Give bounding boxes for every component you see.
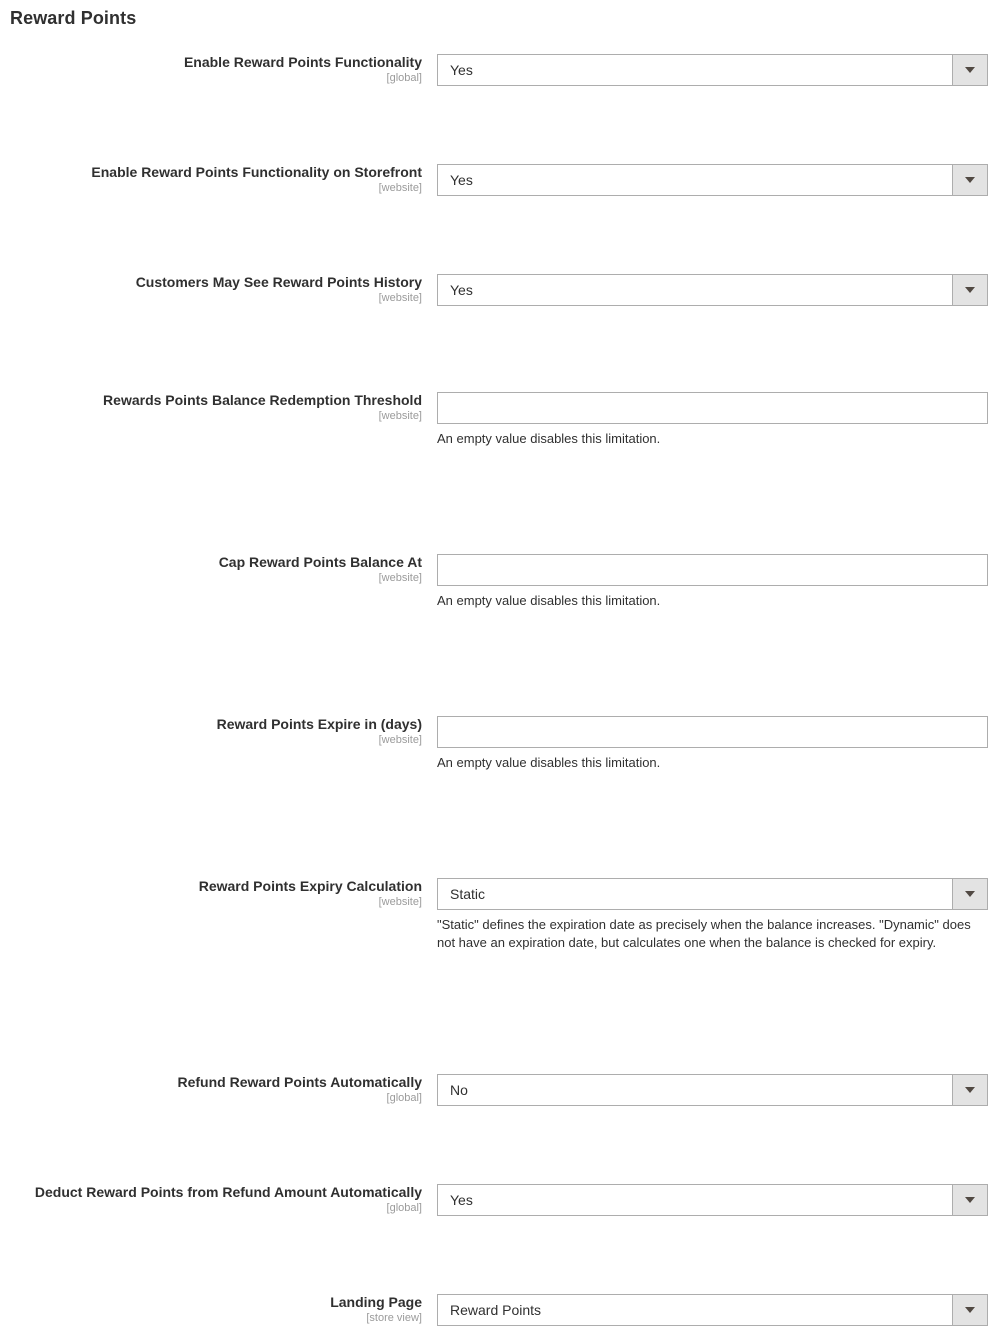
field-row-landing-page: Landing Page [store view] Reward Points: [0, 664, 999, 1326]
chevron-down-icon[interactable]: [952, 55, 987, 85]
field-row-customers-may-see-history: Customers May See Reward Points History …: [0, 156, 999, 306]
field-label-group: Refund Reward Points Automatically [glob…: [0, 1074, 422, 1105]
chevron-down-icon[interactable]: [952, 1185, 987, 1215]
field-label-group: Landing Page [store view]: [0, 1294, 422, 1325]
field-row-expiry-calculation: Reward Points Expiry Calculation [websit…: [0, 454, 999, 950]
select-value: No: [450, 1082, 468, 1098]
field-note: An empty value disables this limitation.: [437, 755, 661, 770]
field-scope-label: [global]: [386, 1202, 422, 1214]
field-label: Deduct Reward Points from Refund Amount …: [34, 1184, 422, 1200]
field-label-group: Deduct Reward Points from Refund Amount …: [0, 1184, 422, 1215]
field-label: Refund Reward Points Automatically: [177, 1074, 422, 1090]
field-label: Landing Page: [330, 1294, 422, 1310]
field-scope-label: [website]: [378, 896, 422, 908]
field-row-cap-balance: Cap Reward Points Balance At [website] A…: [0, 292, 999, 608]
reward-points-config-form: Enable Reward Points Functionality [glob…: [0, 46, 999, 1326]
chevron-down-icon[interactable]: [952, 1295, 987, 1325]
input-expire-in-days[interactable]: [437, 716, 988, 748]
select-landing-page[interactable]: Reward Points: [437, 1294, 988, 1326]
field-scope-label: [global]: [386, 72, 422, 84]
field-control: Static "Static" defines the expiration d…: [437, 878, 988, 952]
select-value: Static: [450, 886, 486, 902]
field-control: Yes: [437, 54, 988, 86]
select-enable-reward-points-functionality[interactable]: Yes: [437, 54, 988, 86]
field-label-group: Reward Points Expire in (days) [website]: [0, 716, 422, 747]
field-note: "Static" defines the expiration date as …: [437, 917, 971, 950]
field-row-deduct-from-refund: Deduct Reward Points from Refund Amount …: [0, 609, 999, 1216]
field-control: An empty value disables this limitation.: [437, 716, 988, 772]
select-refund-automatically[interactable]: No: [437, 1074, 988, 1106]
select-value: Yes: [450, 62, 473, 78]
select-value: Yes: [450, 1192, 473, 1208]
field-label-group: Enable Reward Points Functionality [glob…: [0, 54, 422, 85]
field-scope-label: [store view]: [366, 1312, 422, 1324]
field-row-expire-in-days: Reward Points Expire in (days) [website]…: [0, 373, 999, 770]
field-control: No: [437, 1074, 988, 1106]
field-scope-label: [global]: [386, 1092, 422, 1104]
field-control: Yes: [437, 1184, 988, 1216]
field-label-group: Reward Points Expiry Calculation [websit…: [0, 878, 422, 909]
field-row-enable-reward-points-storefront: Enable Reward Points Functionality on St…: [0, 101, 999, 196]
field-label: Reward Points Expiry Calculation: [198, 878, 422, 894]
field-control: Reward Points: [437, 1294, 988, 1326]
chevron-down-icon[interactable]: [952, 879, 987, 909]
field-row-enable-reward-points-functionality: Enable Reward Points Functionality [glob…: [0, 46, 999, 101]
page-title: Reward Points: [10, 8, 137, 29]
select-expiry-calculation[interactable]: Static: [437, 878, 988, 910]
field-row-refund-automatically: Refund Reward Points Automatically [glob…: [0, 554, 999, 1106]
select-deduct-from-refund[interactable]: Yes: [437, 1184, 988, 1216]
chevron-down-icon[interactable]: [952, 1075, 987, 1105]
field-row-redemption-threshold: Rewards Points Balance Redemption Thresh…: [0, 211, 999, 446]
select-value: Reward Points: [450, 1302, 542, 1318]
field-label: Enable Reward Points Functionality: [183, 54, 422, 70]
field-scope-label: [website]: [378, 734, 422, 746]
